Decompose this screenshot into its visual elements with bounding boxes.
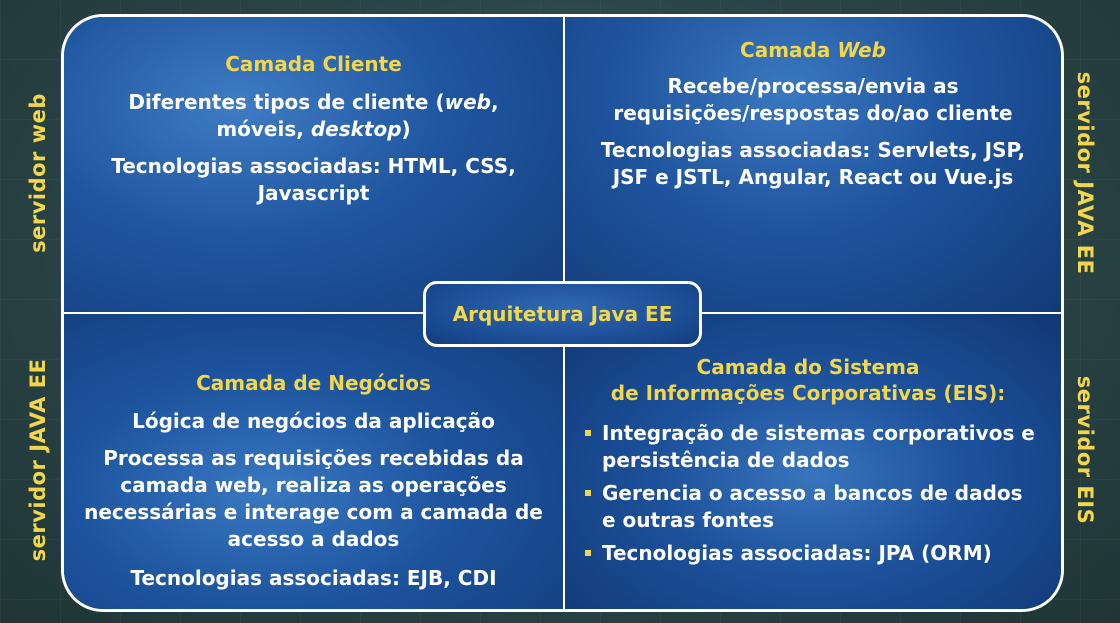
- architecture-center-label: Arquitetura Java EE: [452, 302, 673, 326]
- eis-layer-panel: Camada do Sistema de Informações Corpora…: [564, 313, 1061, 609]
- side-label-servidor-java-ee-left: servidor JAVA EE: [26, 358, 50, 562]
- business-layer-logic: Lógica de negócios da aplicação: [132, 409, 495, 433]
- eis-bullet-list: Integração de sistemas corporativos e pe…: [575, 420, 1041, 567]
- web-layer-description: Recebe/processa/envia as requisições/res…: [613, 74, 1013, 125]
- bullet-square-icon: [585, 430, 591, 436]
- side-label-servidor-web: servidor web: [26, 93, 50, 253]
- web-layer-panel: Camada Web Recebe/processa/envia as requ…: [564, 17, 1061, 313]
- business-layer-panel: Camada de Negócios Lógica de negócios da…: [64, 313, 564, 609]
- list-item: Integração de sistemas corporativos e pe…: [575, 420, 1041, 474]
- web-layer-tech: Tecnologias associadas: Servlets, JSP, J…: [600, 138, 1026, 189]
- business-layer-title: Camada de Negócios: [196, 371, 431, 395]
- bullet-square-icon: [585, 490, 591, 496]
- side-label-servidor-java-ee-right: servidor JAVA EE: [1073, 71, 1097, 275]
- side-label-servidor-eis: servidor EIS: [1073, 375, 1097, 525]
- business-layer-tech: Tecnologias associadas: EJB, CDI: [130, 566, 497, 590]
- list-item: Tecnologias associadas: JPA (ORM): [575, 540, 1041, 567]
- web-layer-title: Camada Web: [740, 38, 886, 62]
- client-layer-description: Diferentes tipos de cliente (web, móveis…: [128, 90, 499, 141]
- list-item: Gerencia o acesso a bancos de dados e ou…: [575, 480, 1041, 534]
- business-layer-description: Processa as requisições recebidas da cam…: [84, 446, 543, 551]
- bullet-square-icon: [585, 550, 591, 556]
- eis-layer-title: Camada do Sistema de Informações Corpora…: [610, 355, 1006, 405]
- client-layer-title: Camada Cliente: [225, 52, 402, 76]
- architecture-center-box: Arquitetura Java EE: [423, 281, 702, 347]
- client-layer-tech: Tecnologias associadas: HTML, CSS, Javas…: [111, 154, 516, 205]
- client-layer-panel: Camada Cliente Diferentes tipos de clien…: [64, 17, 564, 313]
